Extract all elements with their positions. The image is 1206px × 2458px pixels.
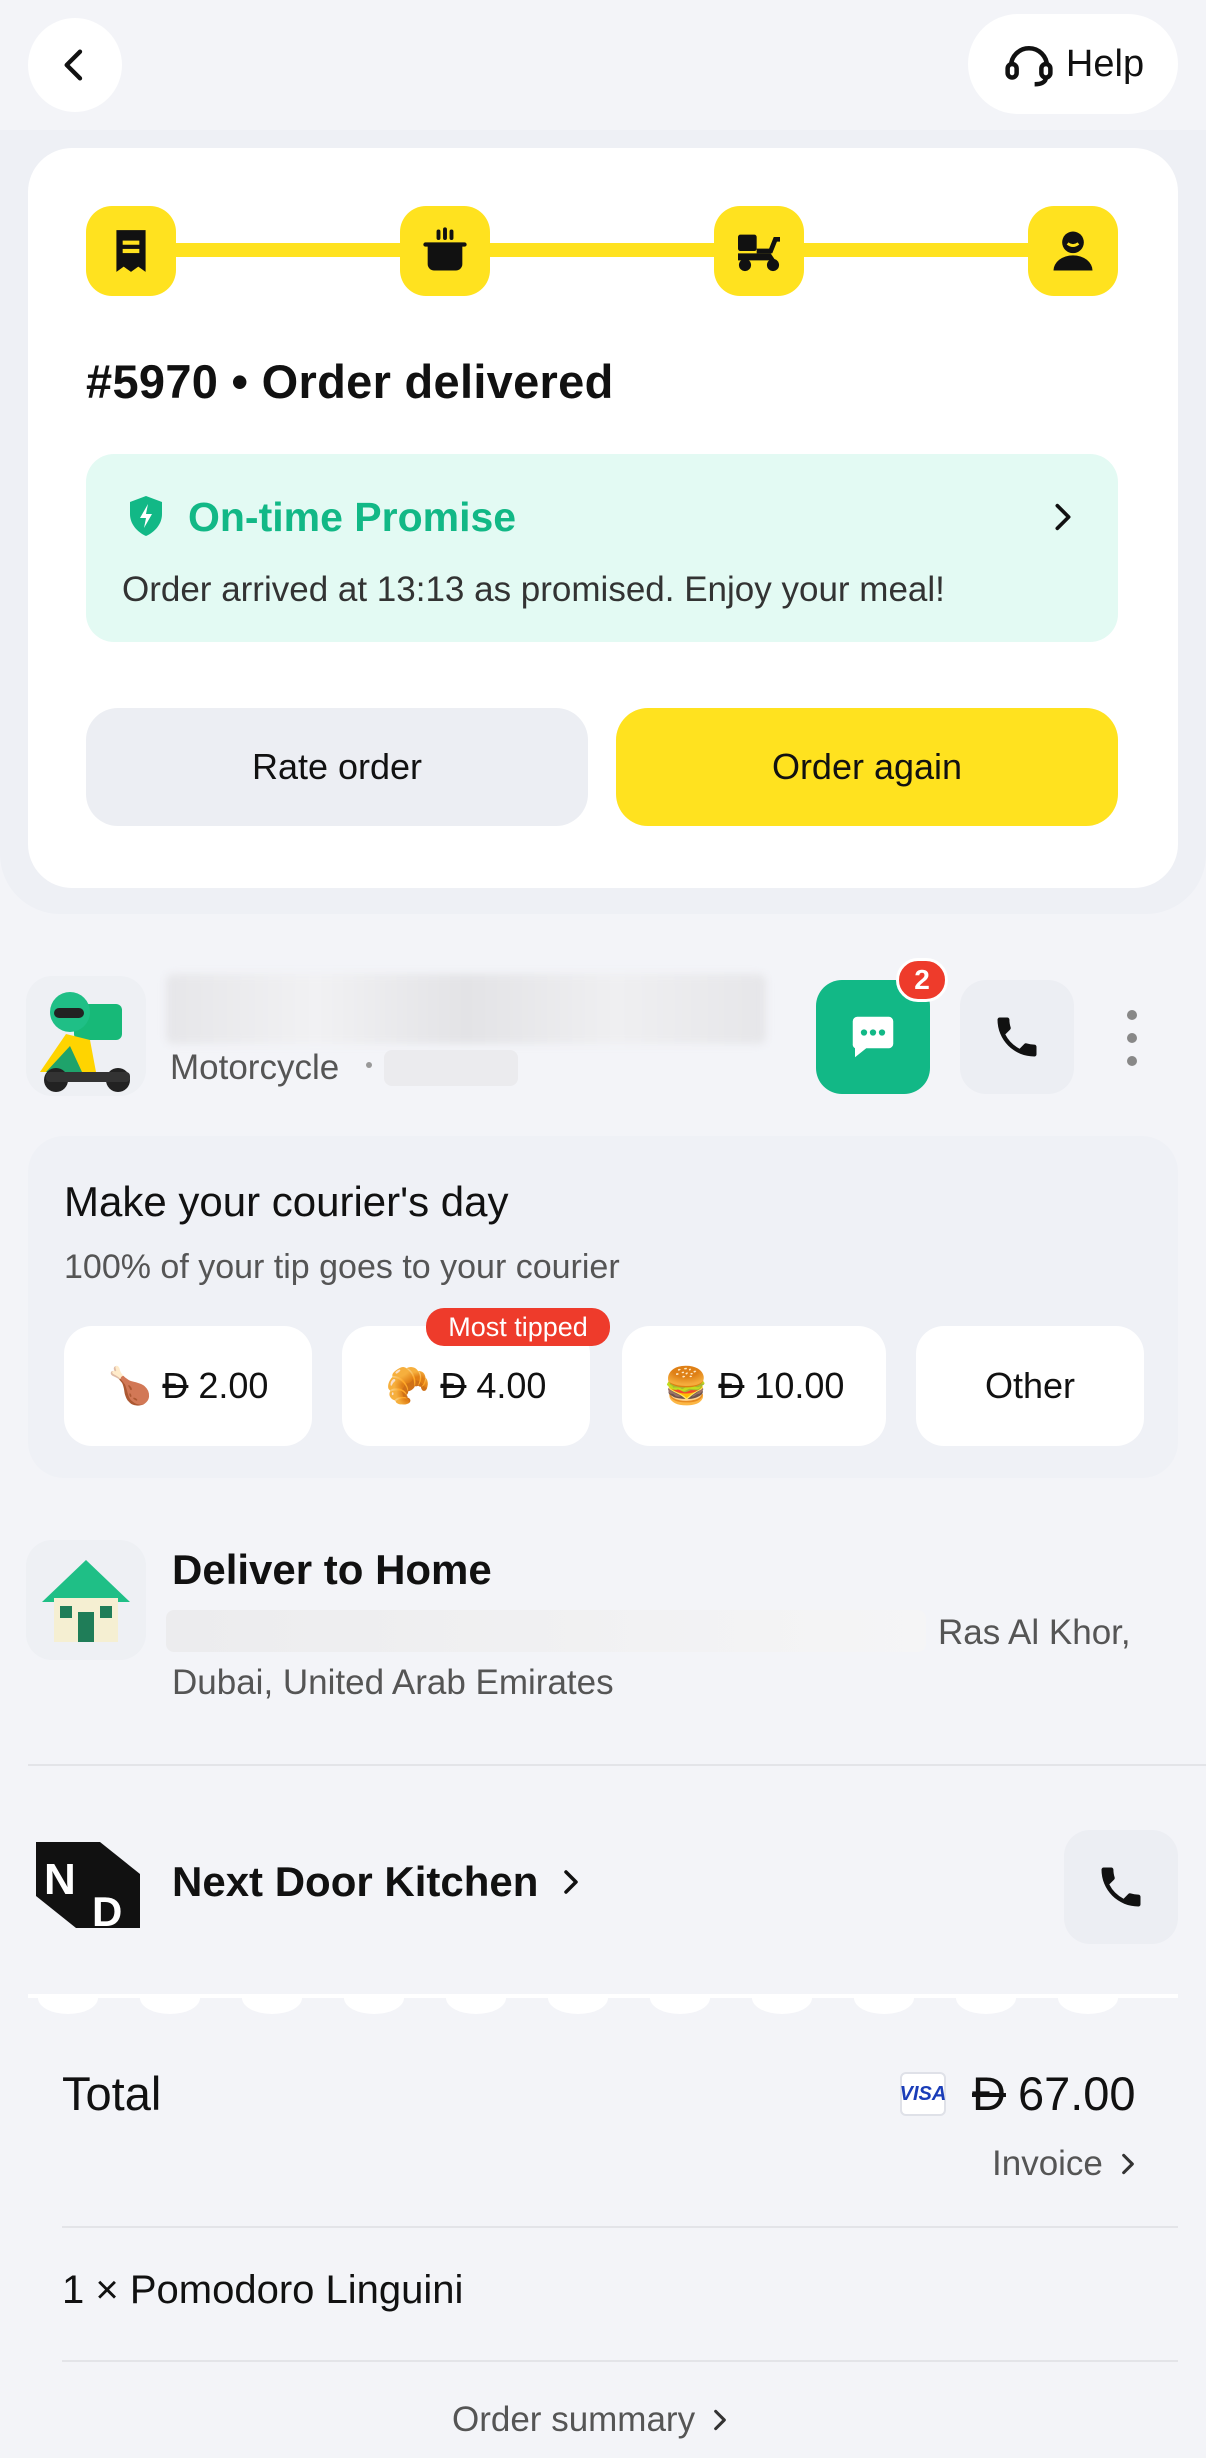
tip-amount: 10.00 (754, 1365, 845, 1406)
on-time-promise-banner[interactable]: On-time Promise Order arrived at 13:13 a… (86, 454, 1118, 642)
courier-name-redacted (166, 974, 766, 1044)
step-cooking (400, 206, 490, 296)
customer-icon (1053, 231, 1093, 271)
promise-title: On-time Promise (188, 494, 517, 540)
shield-bolt-icon (130, 496, 162, 536)
step-delivery (714, 206, 804, 296)
receipt-icon (116, 230, 146, 272)
chevron-left-icon (64, 49, 83, 81)
promise-text: Order arrived at 13:13 as promised. Enjo… (122, 570, 945, 609)
currency-symbol: Đ (972, 2067, 1006, 2120)
currency-symbol: Đ (718, 1365, 745, 1406)
call-courier-button[interactable] (960, 980, 1074, 1094)
kebab-dot (1127, 1010, 1137, 1020)
scooter-icon (738, 234, 780, 272)
currency-symbol: Đ (440, 1365, 467, 1406)
chevron-right-icon (1055, 503, 1071, 531)
cooking-pot-icon (423, 227, 467, 271)
courier-vehicle: Motorcycle (170, 1048, 340, 1087)
headset-icon (1005, 46, 1053, 87)
divider (28, 1764, 1206, 1766)
restaurant-logo: N D (30, 1834, 146, 1936)
total-label: Total (62, 2067, 162, 2120)
invoice-label: Invoice (992, 2144, 1103, 2183)
phone-icon (997, 1017, 1037, 1057)
separator-dot (366, 1062, 372, 1068)
order-summary-link[interactable]: Order summary (452, 2400, 733, 2440)
call-restaurant-button[interactable] (1064, 1830, 1178, 1944)
help-label: Help (1065, 42, 1145, 85)
back-button[interactable] (28, 18, 122, 112)
most-tipped-badge: Most tipped (426, 1308, 610, 1346)
tip-amount: 2.00 (198, 1365, 269, 1406)
order-title: #5970 • Order delivered (86, 355, 614, 408)
phone-icon (1101, 1867, 1141, 1907)
restaurant-link[interactable]: Next Door Kitchen (172, 1858, 586, 1906)
address-line1-redacted (166, 1610, 926, 1652)
invoice-link[interactable]: Invoice (992, 2144, 1141, 2184)
progress-track (108, 243, 1068, 257)
kebab-dot (1127, 1033, 1137, 1043)
chevron-right-icon (564, 1870, 579, 1894)
chat-bubble-icon (852, 1016, 894, 1058)
tip-option[interactable]: 🍔 Đ 10.00 (622, 1326, 886, 1446)
order-summary-label: Order summary (452, 2400, 696, 2439)
address-line1-tail: Ras Al Khor, (938, 1613, 1131, 1652)
step-customer (1028, 206, 1118, 296)
tip-emoji: 🍗 (107, 1365, 153, 1406)
unread-badge: 2 (896, 958, 948, 1002)
courier-plate-redacted (384, 1050, 518, 1086)
step-receipt (86, 206, 176, 296)
visa-card-icon: VISA (900, 2072, 946, 2116)
chevron-right-icon (714, 2409, 726, 2431)
logo-letter-n: N (44, 1855, 76, 1904)
total-amount: Đ 67.00 (972, 2066, 1136, 2121)
kebab-dot (1127, 1056, 1137, 1066)
order-again-button[interactable]: Order again (616, 708, 1118, 826)
tip-title: Make your courier's day (64, 1178, 509, 1225)
currency-symbol: Đ (162, 1365, 189, 1406)
receipt-scallop-edge (28, 1994, 1178, 2014)
deliver-to-title: Deliver to Home (172, 1546, 492, 1593)
tip-emoji: 🥐 (385, 1365, 431, 1406)
address-line2: Dubai, United Arab Emirates (172, 1663, 614, 1702)
tip-amount: 4.00 (476, 1365, 547, 1406)
chevron-right-icon (1122, 2153, 1134, 2175)
more-options-button[interactable] (1112, 1010, 1152, 1066)
logo-letter-d: D (92, 1888, 122, 1935)
tip-option-other[interactable]: Other (916, 1326, 1144, 1446)
total-value: 67.00 (1017, 2067, 1136, 2120)
tip-emoji: 🍔 (663, 1365, 709, 1406)
help-button[interactable]: Help (968, 14, 1178, 114)
order-status-card: #5970 • Order delivered On-time Promise … (28, 148, 1178, 888)
tip-card: Make your courier's day 100% of your tip… (28, 1136, 1178, 1478)
receipt-section: Total VISA Đ 67.00 Invoice 1 × Pomodoro … (28, 1994, 1178, 2458)
divider (62, 2226, 1178, 2228)
order-item: 1 × Pomodoro Linguini (62, 2268, 464, 2312)
home-icon (26, 1540, 146, 1660)
restaurant-name: Next Door Kitchen (172, 1858, 539, 1905)
tip-subtitle: 100% of your tip goes to your courier (64, 1248, 620, 1286)
rate-order-button[interactable]: Rate order (86, 708, 588, 826)
divider (62, 2360, 1178, 2362)
courier-avatar (26, 976, 146, 1096)
tip-option[interactable]: 🍗 Đ 2.00 (64, 1326, 312, 1446)
